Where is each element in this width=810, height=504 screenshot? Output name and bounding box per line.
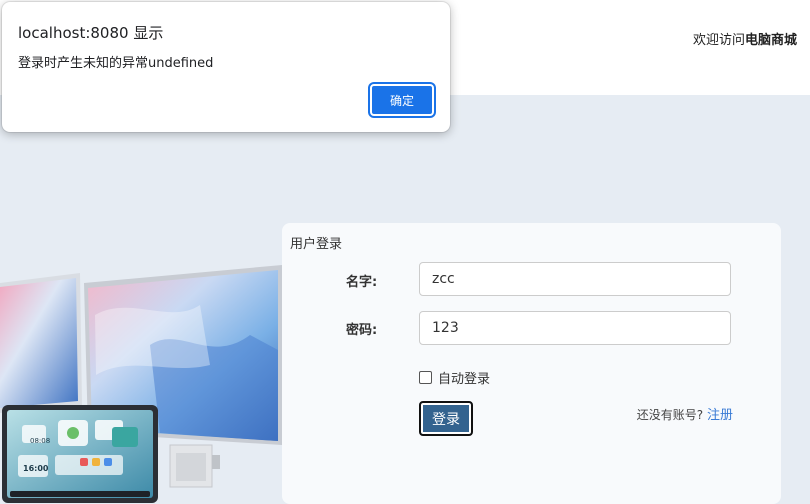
no-account-text: 还没有账号? — [636, 408, 704, 422]
alert-message: 登录时产生未知的异常undefined — [18, 56, 214, 71]
alert-dialog: localhost:8080 显示 登录时产生未知的异常undefined 确定 — [2, 2, 450, 132]
login-panel: 用户登录 名字: zcc 密码: 123 自动登录 登录 还没有账号? 注册 — [282, 223, 781, 504]
register-link[interactable]: 注册 — [707, 408, 733, 423]
auto-login-option[interactable]: 自动登录 — [419, 368, 490, 387]
auto-login-checkbox[interactable] — [419, 371, 432, 384]
tablet-small-time: 08:08 — [30, 437, 50, 445]
welcome-prefix: 欢迎访问 — [692, 33, 745, 48]
alert-title: localhost:8080 显示 — [18, 24, 164, 42]
alert-ok-button[interactable]: 确定 — [370, 84, 434, 116]
monitor-illustration: 08:08 16:00 — [0, 265, 282, 503]
password-input[interactable]: 123 — [419, 311, 731, 345]
welcome-text: 欢迎访问电脑商城 — [693, 29, 797, 48]
name-label: 名字: — [346, 275, 378, 290]
tablet-time: 16:00 — [23, 464, 49, 473]
auto-login-label[interactable]: 自动登录 — [438, 368, 490, 387]
hero-product-image: 08:08 16:00 — [0, 255, 285, 504]
name-input[interactable]: zcc — [419, 262, 731, 296]
login-panel-title: 用户登录 — [290, 237, 343, 252]
site-name: 电脑商城 — [744, 33, 797, 48]
password-label: 密码: — [346, 323, 378, 338]
register-prompt: 还没有账号? 注册 — [637, 404, 733, 423]
login-button[interactable]: 登录 — [419, 401, 473, 436]
